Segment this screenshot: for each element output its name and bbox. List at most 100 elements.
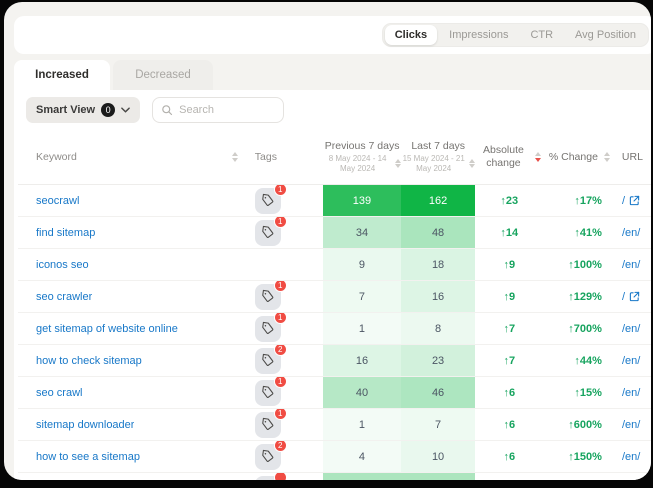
tag-count-badge — [274, 473, 287, 480]
tag-count-badge: 2 — [274, 441, 287, 452]
percent-change-value: ↑41% — [574, 227, 602, 239]
col-header-keyword[interactable]: Keyword — [18, 130, 232, 184]
previous-value-cell — [323, 473, 401, 480]
toolbar: Clicks Impressions CTR Avg Position — [14, 16, 651, 54]
last-value-cell: 23 — [401, 345, 475, 376]
tag-button[interactable]: 1 — [255, 284, 281, 310]
tag-button[interactable]: 2 — [255, 444, 281, 470]
tag-icon — [260, 353, 275, 368]
previous-value-cell: 1 — [323, 313, 401, 344]
url-link[interactable]: / — [622, 195, 640, 207]
percent-change-value: ↑100% — [568, 259, 602, 271]
col-header-previous[interactable]: Previous 7 days 8 May 2024 - 14 May 2024 — [323, 130, 401, 184]
tag-button[interactable] — [255, 476, 281, 481]
smart-view-label: Smart View — [36, 104, 95, 116]
keyword-link[interactable]: how to check sitemap — [36, 355, 142, 367]
keyword-link[interactable]: sitemap downloader — [36, 419, 134, 431]
absolute-change-value: ↑9 — [503, 259, 515, 271]
percent-change-value: ↑700% — [568, 323, 602, 335]
last-label: Last 7 days — [411, 140, 465, 153]
url-link[interactable]: /en/ — [622, 227, 640, 239]
url-link[interactable]: /en/ — [622, 259, 640, 271]
previous-value-cell: 139 — [323, 185, 401, 216]
tab-decreased[interactable]: Decreased — [113, 60, 213, 90]
last-value-cell: 46 — [401, 377, 475, 408]
tag-count-badge: 2 — [274, 345, 287, 356]
table-row: seo crawler1716↑9↑129%/ — [18, 281, 651, 313]
sort-icon-keyword[interactable] — [232, 152, 238, 162]
tab-increased[interactable]: Increased — [14, 60, 110, 90]
col-header-last[interactable]: Last 7 days 15 May 2024 - 21 May 2024 — [401, 130, 475, 184]
last-value-cell: 16 — [401, 281, 475, 312]
table-row: how to check sitemap21623↑7↑44%/en/ — [18, 345, 651, 377]
tag-button[interactable]: 1 — [255, 380, 281, 406]
keyword-link[interactable]: how to see a sitemap — [36, 451, 140, 463]
metric-tab-ctr[interactable]: CTR — [520, 25, 563, 45]
last-value-cell: 10 — [401, 441, 475, 472]
absolute-change-value: ↑6 — [503, 387, 515, 399]
keyword-link[interactable]: iconos seo — [36, 259, 89, 271]
table-row: seocrawl 1 139162 ↑23 ↑17% / — [18, 185, 651, 217]
search-input[interactable] — [179, 104, 269, 116]
metric-tab-avg-position[interactable]: Avg Position — [565, 25, 646, 45]
percent-change-value: ↑17% — [574, 195, 602, 207]
previous-range: 8 May 2024 - 14 May 2024 — [323, 154, 392, 174]
tag-count-badge: 1 — [274, 217, 287, 228]
keyword-link[interactable]: seocrawl — [36, 195, 79, 207]
filter-bar: Smart View 0 — [14, 96, 284, 124]
metric-tab-impressions[interactable]: Impressions — [439, 25, 518, 45]
tag-button[interactable]: 2 — [255, 348, 281, 374]
url-link[interactable]: /en/ — [622, 387, 640, 399]
percent-change-value: ↑44% — [574, 355, 602, 367]
table-row: get sitemap of website online118↑7↑700%/… — [18, 313, 651, 345]
absolute-change-value: ↑14 — [500, 227, 518, 239]
table-body: seocrawl1139162↑23↑17%/find sitemap13448… — [18, 185, 651, 480]
keyword-link[interactable]: seo crawler — [36, 291, 92, 303]
absolute-change-value: ↑23 — [500, 195, 518, 207]
metric-tab-clicks[interactable]: Clicks — [385, 25, 437, 45]
keyword-link[interactable]: find sitemap — [36, 227, 95, 239]
table-row: sitemap downloader117↑6↑600%/en/ — [18, 409, 651, 441]
table-row: how to see a sitemap2410↑6↑150%/en/ — [18, 441, 651, 473]
tag-button[interactable]: 1 — [255, 316, 281, 342]
tag-button[interactable]: 1 — [255, 412, 281, 438]
url-link[interactable]: /en/ — [622, 355, 640, 367]
last-value-cell: 48 — [401, 217, 475, 248]
previous-value-cell: 4 — [323, 441, 401, 472]
tag-button[interactable]: 1 — [255, 220, 281, 246]
absolute-change-value: ↑7 — [503, 323, 515, 335]
keyword-link[interactable]: seo crawl — [36, 387, 82, 399]
tag-icon — [260, 385, 275, 400]
previous-label: Previous 7 days — [325, 140, 400, 153]
tag-button[interactable]: 1 — [255, 188, 281, 214]
col-header-percent[interactable]: % Change — [544, 130, 610, 184]
tag-count-badge: 1 — [274, 313, 287, 324]
last-value-cell: 8 — [401, 313, 475, 344]
sort-icon-absolute-active[interactable] — [535, 152, 541, 162]
previous-value-cell: 34 — [323, 217, 401, 248]
external-link-icon — [629, 291, 640, 302]
url-link[interactable]: / — [622, 291, 640, 303]
metric-segmented-control: Clicks Impressions CTR Avg Position — [382, 23, 649, 47]
tag-count-badge: 1 — [274, 281, 287, 292]
smart-view-dropdown[interactable]: Smart View 0 — [26, 97, 140, 123]
col-header-absolute[interactable]: Absolute change — [475, 130, 543, 184]
table-header: Keyword Tags Previous 7 days 8 May 2024 … — [18, 130, 651, 185]
keywords-table: Keyword Tags Previous 7 days 8 May 2024 … — [18, 130, 651, 480]
last-value-cell: 162 — [401, 185, 475, 216]
percent-change-value: ↑129% — [568, 291, 602, 303]
last-value-cell: 7 — [401, 409, 475, 440]
url-link[interactable]: /en/ — [622, 451, 640, 463]
tag-icon — [260, 321, 275, 336]
tag-icon — [260, 225, 275, 240]
keyword-link[interactable]: get sitemap of website online — [36, 323, 178, 335]
content-card: Smart View 0 Keyword Tags Previous 7 day… — [14, 90, 651, 480]
previous-value-cell: 7 — [323, 281, 401, 312]
absolute-change-value: ↑6 — [503, 419, 515, 431]
url-link[interactable]: /en/ — [622, 419, 640, 431]
external-link-icon — [629, 195, 640, 206]
percent-change-value: ↑150% — [568, 451, 602, 463]
percent-change-value: ↑600% — [568, 419, 602, 431]
search-icon — [161, 104, 173, 116]
url-link[interactable]: /en/ — [622, 323, 640, 335]
